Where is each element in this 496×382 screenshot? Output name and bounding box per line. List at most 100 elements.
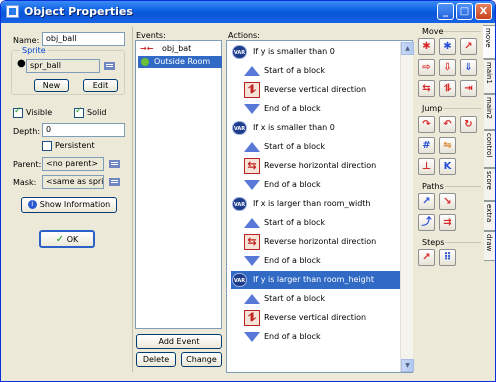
speed-horizontal-icon[interactable]: ⇨ <box>418 59 435 76</box>
gravity-icon[interactable]: ⇓ <box>460 59 477 76</box>
tab-main1-label: main1 <box>485 62 493 84</box>
action-row[interactable]: VAR If x is smaller than 0 <box>231 119 403 137</box>
events-list[interactable]: →← obj_bat Outside Room <box>135 40 222 329</box>
action-row[interactable]: End of a block <box>243 100 403 118</box>
actions-scrollbar[interactable]: ▲ ▼ <box>400 42 414 372</box>
event-label: Outside Room <box>154 57 211 66</box>
parent-menu-icon[interactable] <box>109 159 120 169</box>
window-title: Object Properties <box>24 5 133 18</box>
action-row[interactable]: Start of a block <box>243 138 403 156</box>
maximize-button[interactable]: □ <box>456 3 473 20</box>
action-row[interactable]: VAR If x is larger than room_width <box>231 195 403 213</box>
move-contact-icon[interactable]: ⊥ <box>418 158 435 175</box>
event-item-collision[interactable]: →← obj_bat <box>138 43 222 55</box>
action-row[interactable]: VAR If y is larger than room_height <box>231 271 403 289</box>
info-icon: i <box>27 200 37 209</box>
visible-label: Visible <box>26 108 53 117</box>
action-text: Reverse vertical direction <box>264 85 367 94</box>
action-text: Start of a block <box>264 218 326 227</box>
mask-label: Mask: <box>13 178 37 187</box>
collision-icon: →← <box>140 44 154 53</box>
persistent-checkbox[interactable] <box>42 141 52 151</box>
action-row[interactable]: ⥮ Reverse vertical direction <box>243 81 403 99</box>
action-text: If y is larger than room_height <box>253 275 374 284</box>
action-text: Reverse vertical direction <box>264 313 367 322</box>
event-item-outside-room[interactable]: Outside Room <box>138 56 222 68</box>
minimize-button[interactable]: _ <box>437 3 454 20</box>
tab-draw[interactable]: draw <box>484 231 495 261</box>
action-row[interactable]: ⇆ Reverse horizontal direction <box>243 157 403 175</box>
title-bar[interactable]: Object Properties _ □ X <box>1 1 495 23</box>
window-icon <box>6 5 19 18</box>
reverse-vertical-icon: ⥮ <box>244 82 260 98</box>
bounce-icon[interactable]: K <box>439 158 456 175</box>
jump-position-icon[interactable]: ↷ <box>418 116 435 133</box>
delete-event-button[interactable]: Delete <box>136 352 176 367</box>
action-row[interactable]: End of a block <box>243 328 403 346</box>
new-sprite-button[interactable]: New <box>34 79 69 92</box>
ok-button[interactable]: ✓ OK <box>39 230 95 248</box>
close-button[interactable]: X <box>475 3 492 20</box>
mask-select[interactable]: <same as sprite> <box>42 175 104 189</box>
solid-checkbox[interactable] <box>74 106 84 118</box>
name-input[interactable]: obj_ball <box>42 32 125 46</box>
var-icon: VAR <box>232 273 247 287</box>
set-path-icon[interactable]: ↗ <box>418 193 435 210</box>
step-towards-icon[interactable]: ↗ <box>418 249 435 266</box>
events-label: Events: <box>136 31 166 40</box>
show-information-button[interactable]: i Show Information <box>21 197 117 213</box>
wrap-icon[interactable]: ⇋ <box>439 137 456 154</box>
parent-select[interactable]: <no parent> <box>42 157 104 171</box>
action-row[interactable]: ⇆ Reverse horizontal direction <box>243 233 403 251</box>
action-row[interactable]: End of a block <box>243 176 403 194</box>
speed-vertical-icon[interactable]: ⇩ <box>439 59 456 76</box>
path-speed-icon[interactable]: ⇉ <box>439 214 456 231</box>
step-avoiding-icon[interactable]: ⠿ <box>439 249 456 266</box>
reverse-horizontal-icon[interactable]: ⇆ <box>418 80 435 97</box>
tab-control[interactable]: control <box>484 130 495 168</box>
var-icon: VAR <box>232 121 247 135</box>
tab-score[interactable]: score <box>484 168 495 201</box>
jump-random-icon[interactable]: ↻ <box>460 116 477 133</box>
jump-start-icon[interactable]: ↶ <box>439 116 456 133</box>
tab-main2[interactable]: main2 <box>484 94 495 130</box>
tab-main1[interactable]: main1 <box>484 59 495 94</box>
action-row[interactable]: Start of a block <box>243 62 403 80</box>
friction-icon[interactable]: ⇥ <box>460 80 477 97</box>
move-free-icon[interactable]: ✱ <box>439 38 456 55</box>
end-block-icon <box>244 256 260 266</box>
depth-input[interactable]: 0 <box>42 123 125 137</box>
tab-move[interactable]: move <box>483 25 495 59</box>
actions-list[interactable]: VAR If y is smaller than 0 Start of a bloc… <box>226 40 414 373</box>
action-row[interactable]: VAR If y is smaller than 0 <box>231 43 403 61</box>
var-icon: VAR <box>232 45 247 59</box>
action-row[interactable]: End of a block <box>243 252 403 270</box>
reverse-vertical-icon[interactable]: ⥮ <box>439 80 456 97</box>
move-towards-icon[interactable]: ↗ <box>460 38 477 55</box>
move-divider <box>443 31 481 32</box>
palette-tabs: move main1 main2 control score extra dra… <box>483 25 495 275</box>
sprite-menu-icon[interactable] <box>104 61 115 71</box>
tab-score-label: score <box>485 171 493 190</box>
action-text: Start of a block <box>264 66 326 75</box>
action-row[interactable]: Start of a block <box>243 290 403 308</box>
action-text: If y is smaller than 0 <box>253 47 335 56</box>
move-fixed-icon[interactable]: ✱ <box>418 38 435 55</box>
end-block-icon <box>244 104 260 114</box>
tab-extra[interactable]: extra <box>484 201 495 231</box>
visible-checkbox[interactable] <box>13 106 23 118</box>
path-position-icon[interactable]: ⤴ <box>418 214 435 231</box>
snap-grid-icon[interactable]: # <box>418 137 435 154</box>
change-event-button[interactable]: Change <box>181 352 222 367</box>
var-icon: VAR <box>232 197 247 211</box>
action-row[interactable]: ⥮ Reverse vertical direction <box>243 309 403 327</box>
action-row[interactable]: Start of a block <box>243 214 403 232</box>
sprite-select[interactable]: spr_ball <box>26 59 100 73</box>
mask-menu-icon[interactable] <box>109 177 120 187</box>
end-path-icon[interactable]: ↘ <box>439 193 456 210</box>
add-event-button[interactable]: Add Event <box>136 334 222 349</box>
edit-sprite-button[interactable]: Edit <box>83 79 118 92</box>
persistent-label: Persistent <box>55 141 95 150</box>
steps-section-label: Steps <box>422 238 445 247</box>
action-palette: Move ✱ ✱ ↗ ⇨ ⇩ ⇓ ⇆ ⥮ ⇥ Jump ↷ ↶ ↻ # ⇋ ⊥ … <box>413 25 484 377</box>
